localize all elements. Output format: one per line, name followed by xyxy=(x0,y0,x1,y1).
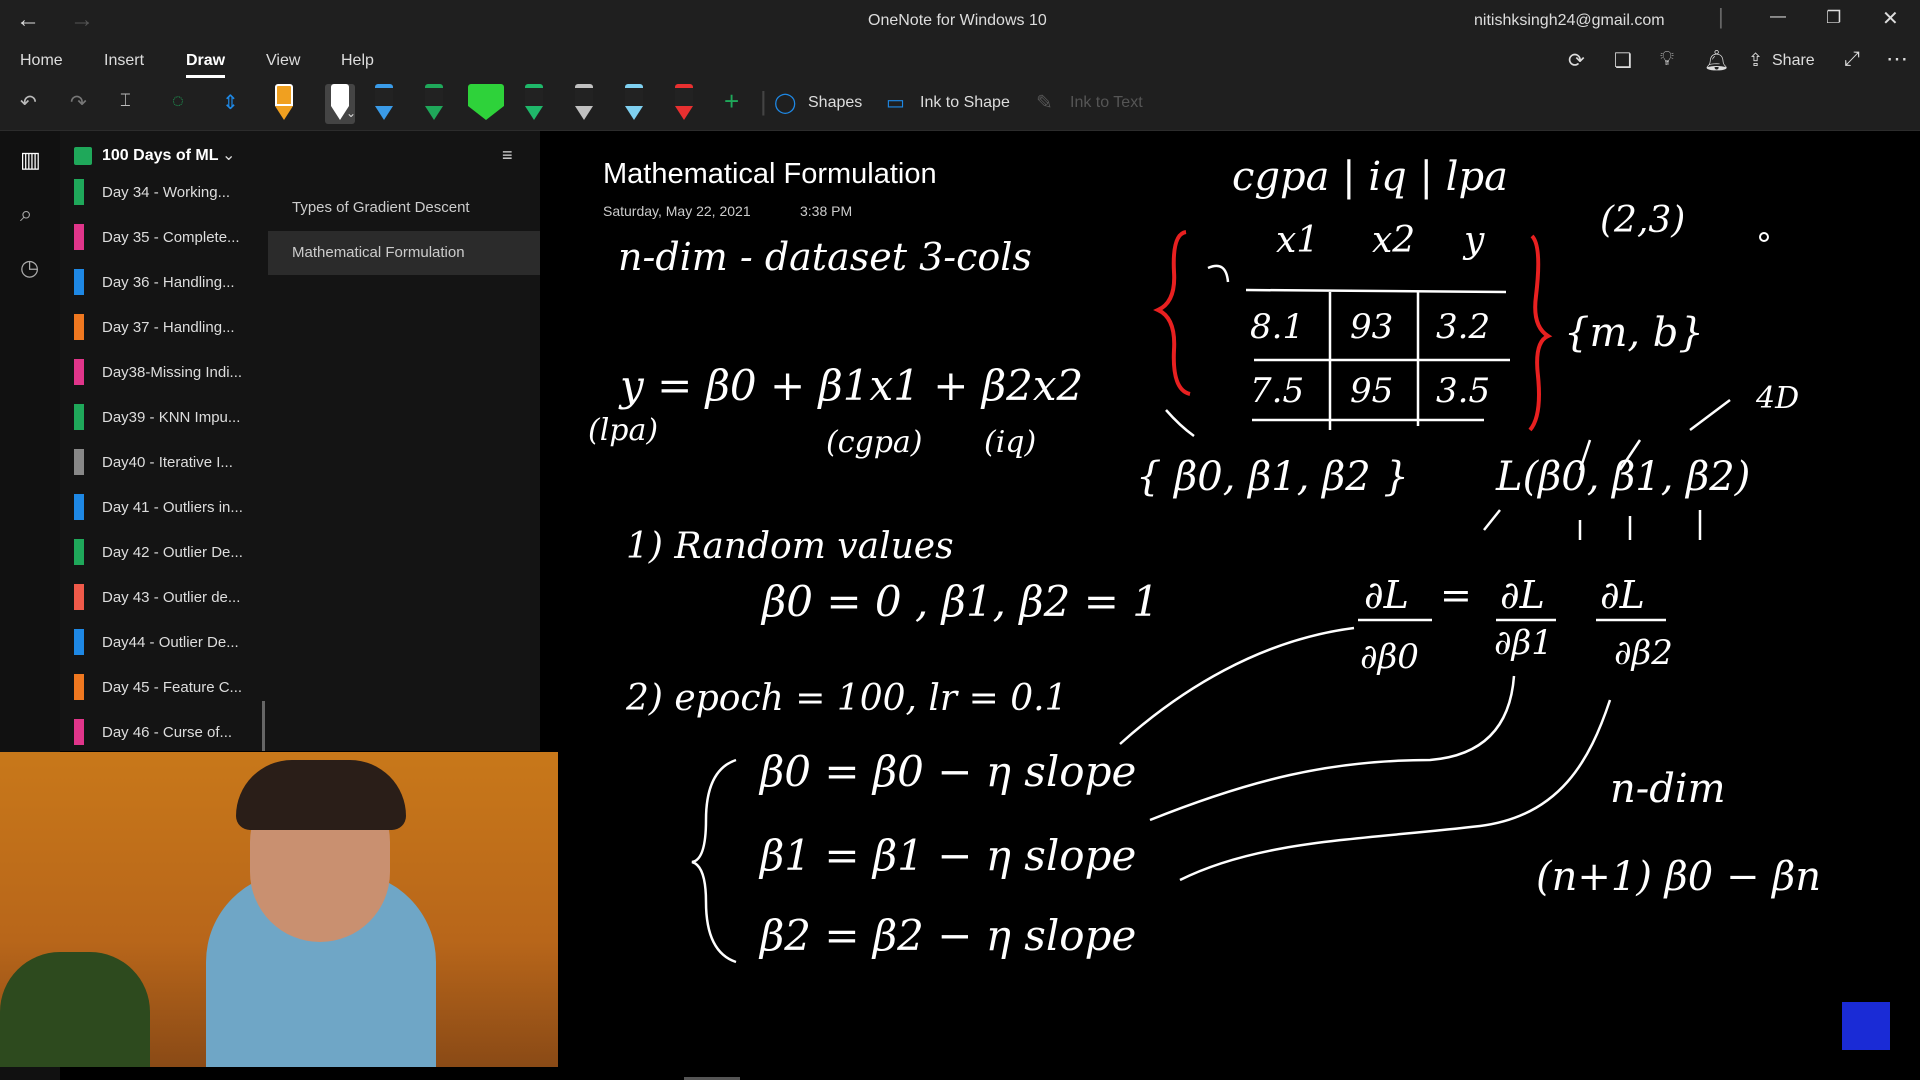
ink-betas: { β0, β1, β2 } xyxy=(1136,454,1409,500)
ink-4d: 4D xyxy=(1755,381,1799,416)
ink-loss: L(β0, β1, β2) xyxy=(1495,454,1750,500)
ink-cell-1-2: 93 xyxy=(1350,307,1393,347)
ink-grad-b0: ∂β0 xyxy=(1360,637,1419,677)
ink-eq-label-cgpa: (cgpa) xyxy=(826,425,923,460)
ink-grad-num-1: ∂L xyxy=(1500,573,1545,617)
ink-grad-lhs: ∂L xyxy=(1364,573,1409,617)
ink-init: β0 = 0 , β1, β2 = 1 xyxy=(760,577,1159,626)
ink-cell-1-1: 8.1 xyxy=(1250,307,1304,347)
ink-table-rule-top xyxy=(1245,288,1507,294)
ink-grad-b1: ∂β1 xyxy=(1494,623,1553,663)
ink-grad-eq: = xyxy=(1440,573,1472,617)
ink-dataset: n-dim - dataset 3-cols xyxy=(618,235,1032,279)
ink-eq-label-lpa: (lpa) xyxy=(588,413,658,448)
plant xyxy=(0,952,150,1067)
ink-arrow-betas xyxy=(1165,409,1195,438)
ink-cell-2-1: 7.5 xyxy=(1250,371,1304,411)
ink-step1: 1) Random values xyxy=(626,526,954,567)
ink-update-b1: β1 = β1 − η slope xyxy=(758,831,1136,880)
ink-eq-y: y = β0 + β1x1 + β2x2 xyxy=(618,361,1083,410)
ink-brace-updates xyxy=(691,758,737,964)
ink-point: (2,3) xyxy=(1600,200,1685,241)
ink-mb: {m, b} xyxy=(1564,310,1704,356)
ink-cell-1-3: 3.2 xyxy=(1436,307,1490,347)
ink-arrow-grad-b0 xyxy=(1119,626,1355,745)
ink-cell-2-3: 3.5 xyxy=(1436,371,1490,411)
ink-nplus: (n+1) β0 − βn xyxy=(1536,854,1821,900)
ink-arrow-table xyxy=(1207,264,1230,283)
ink-arrow-grad-b2 xyxy=(1179,699,1612,882)
ink-step2: 2) epoch = 100, lr = 0.1 xyxy=(625,678,1067,719)
ink-arrow-grad-b1 xyxy=(1149,675,1516,822)
ink-update-b2: β2 = β2 − η slope xyxy=(758,911,1136,960)
ink-ndim: n-dim xyxy=(1610,766,1726,812)
ink-dot xyxy=(1759,232,1769,242)
ink-grad-b2: ∂β2 xyxy=(1614,633,1673,673)
ink-update-b0: β0 = β0 − η slope xyxy=(758,747,1136,796)
person-hair xyxy=(236,760,406,830)
ink-col-x2: x2 xyxy=(1372,220,1415,261)
ink-cell-2-2: 95 xyxy=(1350,371,1393,411)
ink-eq-label-iq: (iq) xyxy=(984,425,1036,460)
ink-red-brace-right xyxy=(1528,234,1553,432)
ink-col-y: y xyxy=(1462,220,1485,261)
ink-tick-marks xyxy=(1578,510,1702,540)
app-logo xyxy=(1842,1002,1890,1050)
ink-red-brace-left xyxy=(1153,230,1191,396)
ink-header: cgpa | iq | lpa xyxy=(1232,154,1508,200)
ink-col-x1: x1 xyxy=(1276,220,1319,261)
ink-grad-num-2: ∂L xyxy=(1600,573,1645,617)
webcam-overlay xyxy=(0,752,558,1067)
